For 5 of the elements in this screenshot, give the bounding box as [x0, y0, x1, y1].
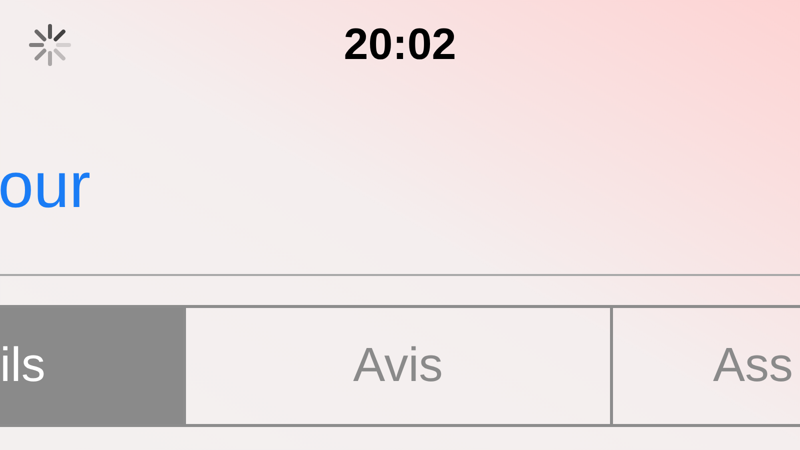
segment-tab[interactable]: ils	[0, 308, 183, 424]
segment-tab[interactable]: Ass	[610, 308, 800, 424]
segment-tab[interactable]: Avis	[183, 308, 610, 424]
back-link[interactable]: our	[0, 150, 90, 220]
status-time: 20:02	[344, 19, 456, 71]
